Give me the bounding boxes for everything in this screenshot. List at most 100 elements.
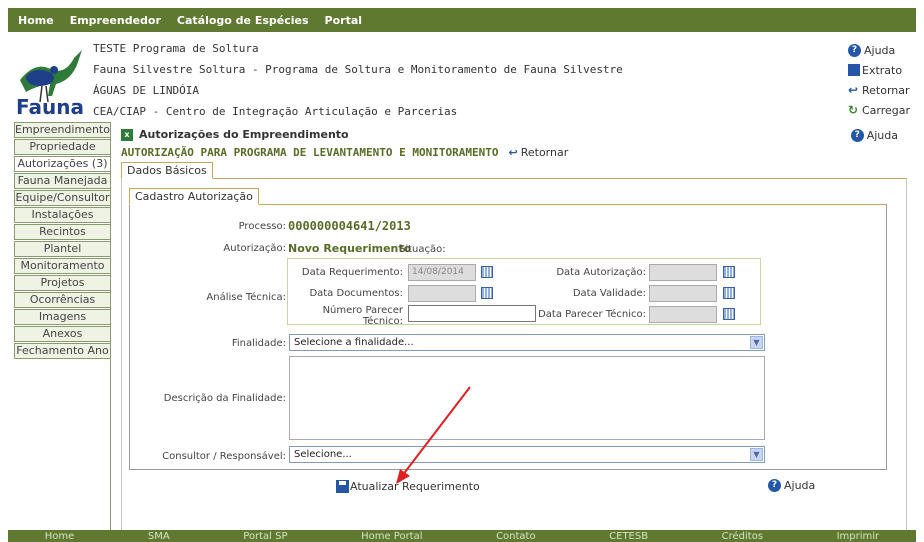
- document-icon: [848, 64, 860, 76]
- data-validade-input[interactable]: [649, 285, 717, 302]
- header-ajuda-link[interactable]: ? Ajuda: [848, 40, 910, 60]
- fauna-logo: Fauna: [16, 50, 84, 116]
- data-documentos-input[interactable]: [408, 285, 476, 302]
- data-validade-label: Data Validade:: [572, 288, 646, 299]
- ajuda-label: Ajuda: [866, 129, 898, 142]
- sidebar-item-plantel[interactable]: Plantel: [14, 241, 110, 257]
- calendar-icon[interactable]: [723, 308, 735, 320]
- header-ajuda-label: Ajuda: [864, 43, 896, 57]
- tab-dados-basicos[interactable]: Dados Básicos: [121, 162, 213, 179]
- footer-cetesb-link[interactable]: CETESB: [609, 531, 648, 542]
- sidebar-item-ocorrencias[interactable]: Ocorrências: [14, 292, 110, 308]
- authorization-type-title: AUTORIZAÇÃO PARA PROGRAMA DE LEVANTAMENT…: [121, 146, 568, 159]
- svg-text:Fauna: Fauna: [16, 95, 84, 116]
- finalidade-selected: Selecione a finalidade...: [294, 337, 414, 348]
- ajuda-bottom-link[interactable]: ? Ajuda: [768, 479, 815, 492]
- situacao-label: Situação:: [399, 244, 446, 255]
- page-title-text: Autorizações do Empreendimento: [139, 128, 349, 141]
- footer-bar: Home SMA Portal SP Home Portal Contato C…: [8, 530, 916, 542]
- data-requerimento-label: Data Requerimento:: [301, 267, 403, 278]
- footer-portal-sp-link[interactable]: Portal SP: [243, 531, 287, 542]
- calendar-icon[interactable]: [481, 287, 493, 299]
- sidebar-item-equipe-consultor[interactable]: Equipe/Consultor: [14, 190, 110, 206]
- sidebar-item-recintos[interactable]: Recintos: [14, 224, 110, 240]
- footer-creditos-link[interactable]: Créditos: [722, 531, 763, 542]
- municipality: ÁGUAS DE LINDÓIA: [93, 84, 199, 97]
- processo-value: 000000004641/2013: [288, 219, 411, 233]
- help-icon: ?: [850, 129, 864, 142]
- numero-parecer-label: Número Parecer Técnico:: [323, 305, 403, 327]
- numero-parecer-label-line1: Número Parecer: [322, 305, 403, 316]
- footer-sma-link[interactable]: SMA: [148, 531, 170, 542]
- header-links: ? Ajuda Extrato ↩ Retornar ↻ Carregar: [848, 40, 910, 120]
- calendar-icon[interactable]: [481, 266, 493, 278]
- sidebar-item-anexos[interactable]: Anexos: [14, 326, 110, 342]
- consultor-responsavel-select[interactable]: Selecione... ▼: [289, 446, 765, 463]
- page-title: x Autorizações do Empreendimento: [121, 128, 349, 141]
- consultor-selected: Selecione...: [294, 449, 352, 460]
- return-arrow-icon: ↩: [848, 83, 859, 97]
- main-content: x Autorizações do Empreendimento AUTORIZ…: [110, 122, 916, 532]
- footer-contato-link[interactable]: Contato: [496, 531, 536, 542]
- nav-empreendedor[interactable]: Empreendedor: [70, 14, 161, 27]
- nav-home[interactable]: Home: [18, 14, 54, 27]
- return-arrow-icon: ↩: [508, 146, 518, 159]
- header-retornar-label: Retornar: [862, 83, 910, 97]
- tab-cadastro-autorizacao[interactable]: Cadastro Autorização: [129, 188, 259, 205]
- footer-home-portal-link[interactable]: Home Portal: [361, 531, 422, 542]
- autorizacao-label: Autorização:: [223, 243, 286, 254]
- help-icon: ?: [768, 479, 781, 492]
- data-autorizacao-label: Data Autorização:: [556, 267, 646, 278]
- sidebar-item-autorizacoes[interactable]: Autorizações (3): [14, 156, 110, 172]
- retornar-label: Retornar: [520, 146, 569, 159]
- data-autorizacao-input[interactable]: [649, 264, 717, 281]
- analise-tecnica-label: Análise Técnica:: [206, 292, 286, 303]
- spreadsheet-icon: x: [121, 128, 133, 141]
- sidebar-item-projetos[interactable]: Projetos: [14, 275, 110, 291]
- footer-home-link[interactable]: Home: [45, 531, 75, 542]
- data-parecer-tecnico-label: Data Parecer Técnico:: [538, 309, 646, 320]
- calendar-icon[interactable]: [723, 287, 735, 299]
- retornar-link[interactable]: ↩ Retornar: [509, 146, 569, 159]
- descricao-finalidade-textarea[interactable]: [289, 356, 765, 440]
- data-parecer-tecnico-input[interactable]: [649, 306, 717, 323]
- numero-parecer-input[interactable]: [408, 305, 536, 322]
- atualizar-requerimento-label: Atualizar Requerimento: [350, 480, 480, 493]
- sidebar-item-propriedade[interactable]: Propriedade: [14, 139, 110, 155]
- reload-icon: ↻: [848, 103, 859, 117]
- header-carregar-link[interactable]: ↻ Carregar: [848, 100, 910, 120]
- program-name: TESTE Programa de Soltura: [93, 42, 259, 55]
- footer-imprimir-link[interactable]: Imprimir: [837, 531, 880, 542]
- header-extrato-link[interactable]: Extrato: [848, 60, 910, 80]
- top-nav-bar: Home Empreendedor Catálogo de Espécies P…: [8, 8, 916, 32]
- numero-parecer-label-line2: Técnico:: [362, 316, 403, 327]
- nav-catalogo-especies[interactable]: Catálogo de Espécies: [177, 14, 309, 27]
- header-retornar-link[interactable]: ↩ Retornar: [848, 80, 910, 100]
- sidebar-item-empreendimento[interactable]: Empreendimento: [14, 122, 110, 138]
- finalidade-select[interactable]: Selecione a finalidade... ▼: [289, 334, 765, 351]
- authorization-type-text: AUTORIZAÇÃO PARA PROGRAMA DE LEVANTAMENT…: [121, 146, 499, 159]
- save-icon: [336, 480, 349, 493]
- data-requerimento-input[interactable]: 14/08/2014: [408, 264, 476, 281]
- calendar-icon[interactable]: [723, 266, 735, 278]
- chevron-down-icon: ▼: [750, 448, 763, 461]
- sidebar-item-instalacoes[interactable]: Instalações: [14, 207, 110, 223]
- program-description: Fauna Silvestre Soltura - Programa de So…: [93, 63, 623, 76]
- sidebar-item-fechamento-ano[interactable]: Fechamento Ano: [14, 343, 110, 359]
- consultor-responsavel-label: Consultor / Responsável:: [162, 451, 286, 462]
- sidebar-item-fauna-manejada[interactable]: Fauna Manejada: [14, 173, 110, 189]
- help-icon: ?: [848, 43, 861, 57]
- sidebar-item-imagens[interactable]: Imagens: [14, 309, 110, 325]
- finalidade-label: Finalidade:: [231, 338, 286, 349]
- atualizar-requerimento-button[interactable]: Atualizar Requerimento: [336, 480, 480, 493]
- autorizacao-value: Novo Requerimento: [288, 242, 412, 255]
- data-documentos-label: Data Documentos:: [309, 288, 403, 299]
- nav-portal[interactable]: Portal: [325, 14, 363, 27]
- descricao-finalidade-label: Descrição da Finalidade:: [163, 393, 286, 404]
- ajuda-bottom-label: Ajuda: [784, 479, 816, 492]
- header-extrato-label: Extrato: [862, 63, 903, 77]
- header-carregar-label: Carregar: [861, 103, 910, 117]
- ajuda-link[interactable]: ? Ajuda: [850, 129, 898, 142]
- sidebar-item-monitoramento[interactable]: Monitoramento: [14, 258, 110, 274]
- page-header: Fauna TESTE Programa de Soltura Fauna Si…: [8, 38, 916, 120]
